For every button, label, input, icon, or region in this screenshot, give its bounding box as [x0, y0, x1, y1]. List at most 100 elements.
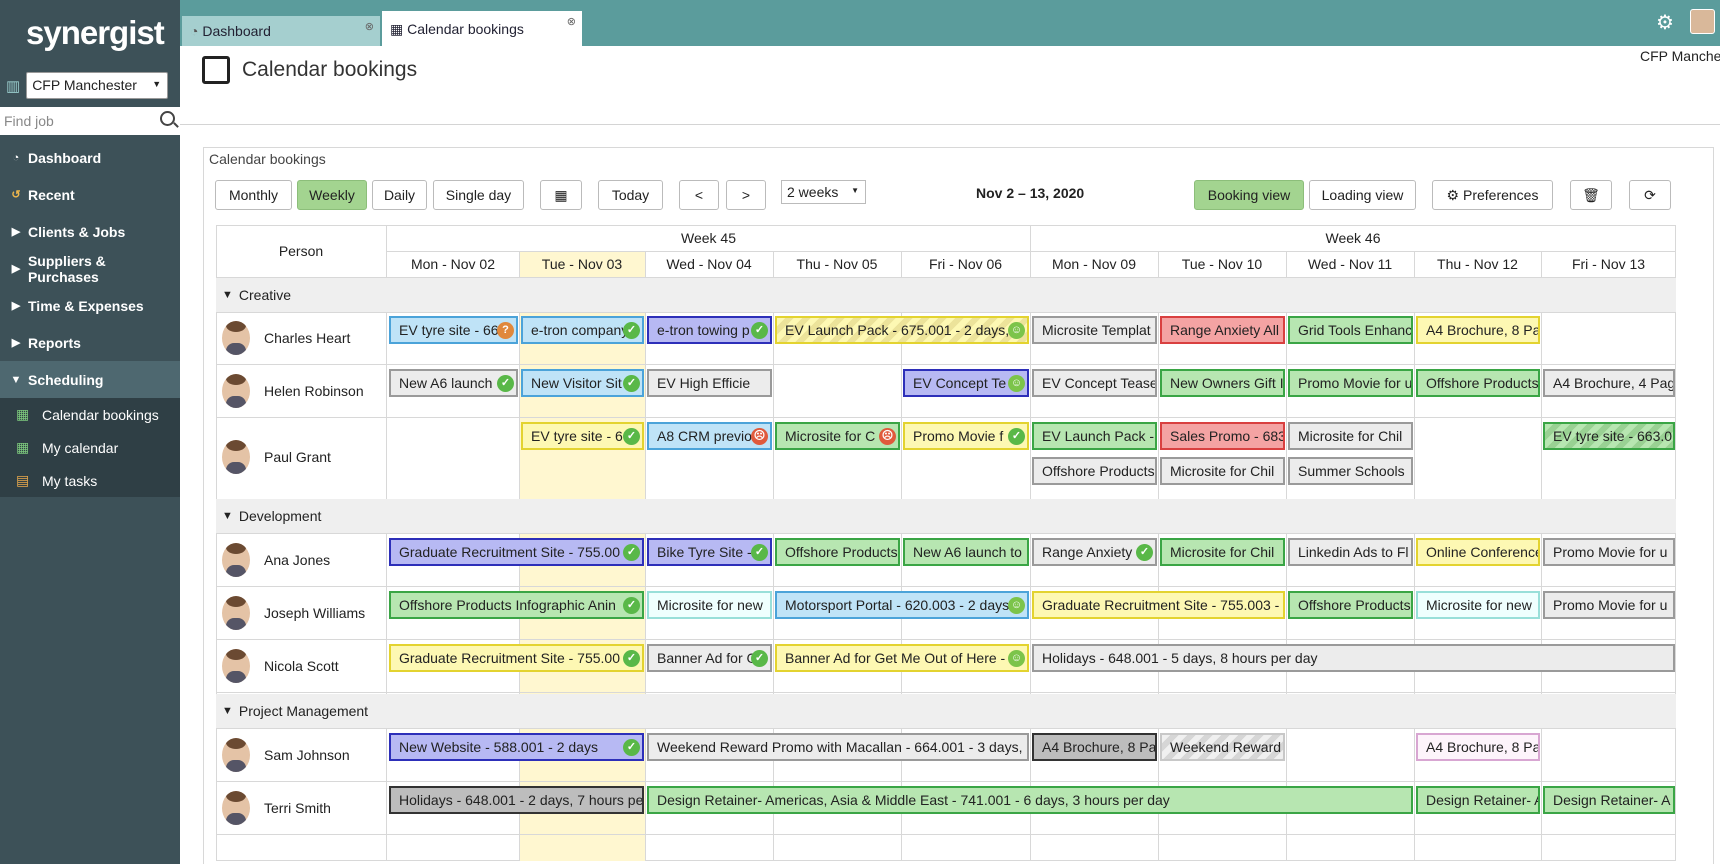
booking[interactable]: Design Retainer- Americas, Asia & Middle…	[647, 786, 1413, 814]
refresh-button[interactable]: ⟳	[1629, 180, 1671, 210]
booking[interactable]: Banner Ad for Get Me Out of Here - 6 ☺	[775, 644, 1029, 672]
booking[interactable]: A4 Brochure, 8 Pa	[1416, 316, 1540, 344]
date-picker-button[interactable]: ▦	[540, 180, 582, 210]
nav-dashboard[interactable]: ◔ Dashboard	[0, 139, 180, 176]
nav-scheduling[interactable]: ▼ Scheduling	[0, 361, 180, 398]
group-row-development[interactable]: ▼ Development	[216, 499, 1676, 533]
close-icon[interactable]: ⊗	[365, 20, 374, 33]
day-header[interactable]: Fri - Nov 13	[1541, 251, 1676, 277]
booking[interactable]: A4 Brochure, 8 Pa	[1416, 733, 1540, 761]
group-row-creative[interactable]: ▼ Creative	[216, 278, 1676, 312]
booking[interactable]: A4 Brochure, 8 Pa	[1032, 733, 1157, 761]
booking[interactable]: Microsite for Chil	[1160, 457, 1285, 485]
booking[interactable]: New Owners Gift I	[1160, 369, 1285, 397]
booking[interactable]: Offshore Products	[1288, 591, 1413, 619]
booking[interactable]: Banner Ad for G ✓	[647, 644, 772, 672]
booking[interactable]: New Website - 588.001 - 2 days ✓	[389, 733, 644, 761]
day-header[interactable]: Wed - Nov 04	[645, 251, 773, 277]
nav-my-tasks[interactable]: ▤ My tasks	[0, 464, 180, 497]
booking[interactable]: Promo Movie for u	[1288, 369, 1413, 397]
person-row[interactable]: Terri Smith	[222, 791, 331, 825]
booking[interactable]: Motorsport Portal - 620.003 - 2 days ☺	[775, 591, 1029, 619]
single-day-button[interactable]: Single day	[433, 180, 524, 210]
booking[interactable]: Microsite Templat	[1032, 316, 1157, 344]
booking[interactable]: A4 Brochure, 4 Pag	[1543, 369, 1675, 397]
tab-calendar-bookings[interactable]: ▦ Calendar bookings ⊗	[382, 11, 582, 46]
booking[interactable]: Microsite for new	[1416, 591, 1540, 619]
booking[interactable]: New A6 launch ✓	[389, 369, 518, 397]
group-row-project-management[interactable]: ▼ Project Management	[216, 694, 1676, 728]
person-row[interactable]: Joseph Williams	[222, 596, 365, 630]
booking-view-button[interactable]: Booking view	[1194, 180, 1304, 210]
booking[interactable]: Offshore Products Infographic Anin ✓	[389, 591, 644, 619]
day-header[interactable]: Wed - Nov 11	[1286, 251, 1414, 277]
nav-calendar-bookings[interactable]: ▦ Calendar bookings	[0, 398, 180, 431]
next-button[interactable]: >	[726, 180, 766, 210]
booking[interactable]: Promo Movie for u	[1543, 591, 1675, 619]
booking[interactable]: e-tron towing p ✓	[647, 316, 772, 344]
booking[interactable]: Online Conference	[1416, 538, 1540, 566]
office-dropdown[interactable]: CFP Manchester	[26, 72, 169, 99]
today-button[interactable]: Today	[598, 180, 663, 210]
day-header[interactable]: Thu - Nov 05	[773, 251, 901, 277]
booking[interactable]: Promo Movie for u	[1543, 538, 1675, 566]
person-row[interactable]: Nicola Scott	[222, 649, 339, 683]
weekly-button[interactable]: Weekly	[297, 180, 367, 210]
booking[interactable]: Promo Movie f ✓	[903, 422, 1029, 450]
nav-recent[interactable]: ↺ Recent	[0, 176, 180, 213]
booking[interactable]: Graduate Recruitment Site - 755.00 ✓	[389, 644, 644, 672]
collapse-arrow-icon[interactable]: ▼	[222, 510, 233, 522]
search-icon[interactable]	[160, 111, 175, 126]
booking[interactable]: Offshore Products	[775, 538, 900, 566]
user-avatar[interactable]	[1690, 9, 1715, 34]
booking[interactable]: Microsite for Chil	[1160, 538, 1285, 566]
booking[interactable]: Summer Schools	[1288, 457, 1413, 485]
booking[interactable]: Bike Tyre Site - ✓	[647, 538, 772, 566]
booking[interactable]: EV tyre site - 66 ✓	[521, 422, 644, 450]
booking[interactable]: Range Anxiety All	[1160, 316, 1285, 344]
booking[interactable]: Microsite for new	[647, 591, 772, 619]
nav-my-calendar[interactable]: ▦ My calendar	[0, 431, 180, 464]
booking[interactable]: Grid Tools Enhanc	[1288, 316, 1413, 344]
booking[interactable]: EV tyre site - 663.0	[1543, 422, 1675, 450]
booking[interactable]: Microsite for Chil	[1288, 422, 1413, 450]
booking[interactable]: Offshore Products	[1416, 369, 1540, 397]
booking[interactable]: New Visitor Sit ✓	[521, 369, 644, 397]
daily-button[interactable]: Daily	[372, 180, 427, 210]
booking[interactable]: Holidays - 648.001 - 5 days, 8 hours per…	[1032, 644, 1675, 672]
booking[interactable]: Graduate Recruitment Site - 755.003 -	[1032, 591, 1285, 619]
nav-time-expenses[interactable]: ▶ Time & Expenses	[0, 287, 180, 324]
booking[interactable]: Design Retainer- A	[1543, 786, 1675, 814]
booking[interactable]: Graduate Recruitment Site - 755.00 ✓	[389, 538, 644, 566]
booking[interactable]: EV High Efficie	[647, 369, 772, 397]
day-header[interactable]: Fri - Nov 06	[901, 251, 1030, 277]
gear-icon[interactable]: ⚙	[1656, 10, 1674, 35]
person-row[interactable]: Charles Heart	[222, 321, 350, 355]
day-header[interactable]: Thu - Nov 12	[1414, 251, 1541, 277]
loading-view-button[interactable]: Loading view	[1309, 180, 1416, 210]
person-row[interactable]: Ana Jones	[222, 543, 330, 577]
booking[interactable]: New A6 launch to	[903, 538, 1029, 566]
person-row[interactable]: Sam Johnson	[222, 738, 350, 772]
booking[interactable]: Weekend Reward	[1160, 733, 1285, 761]
booking[interactable]: Range Anxiety ✓	[1032, 538, 1157, 566]
booking[interactable]: Linkedin Ads to Fl	[1288, 538, 1413, 566]
booking[interactable]: EV tyre site - 66?	[389, 316, 518, 344]
booking[interactable]: EV Concept Te ☺	[903, 369, 1029, 397]
nav-suppliers[interactable]: ▶ Suppliers & Purchases	[0, 250, 180, 287]
delete-button[interactable]: 🗑	[1570, 180, 1612, 210]
booking[interactable]: Microsite for C ☹	[775, 422, 900, 450]
day-header[interactable]: Tue - Nov 10	[1158, 251, 1286, 277]
nav-reports[interactable]: ▶ Reports	[0, 324, 180, 361]
booking[interactable]: Offshore Products	[1032, 457, 1157, 485]
booking[interactable]: EV Launch Pack -	[1032, 422, 1157, 450]
collapse-arrow-icon[interactable]: ▼	[222, 289, 233, 301]
monthly-button[interactable]: Monthly	[215, 180, 292, 210]
tab-dashboard[interactable]: ◔ Dashboard ⊗	[182, 16, 380, 46]
close-icon[interactable]: ⊗	[567, 15, 576, 28]
collapse-arrow-icon[interactable]: ▼	[222, 705, 233, 717]
office-selector[interactable]: ▥ CFP Manchester	[6, 72, 169, 99]
range-dropdown[interactable]: 2 weeks	[781, 180, 866, 204]
person-row[interactable]: Paul Grant	[222, 440, 331, 474]
find-job-input[interactable]: Find job	[0, 107, 180, 135]
